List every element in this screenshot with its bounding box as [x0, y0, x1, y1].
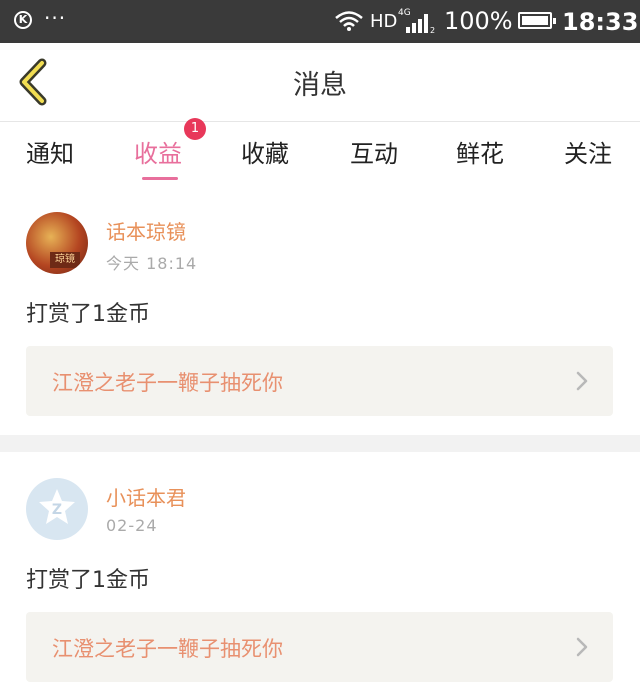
- hd-indicator: HD: [370, 11, 398, 32]
- tab-notifications[interactable]: 通知: [26, 134, 74, 169]
- chevron-right-icon: [576, 371, 588, 391]
- earnings-badge: 1: [184, 118, 206, 140]
- signal-icon: 2: [406, 14, 435, 33]
- app-header: 消息: [0, 43, 640, 121]
- timestamp: 今天 18:14: [106, 254, 198, 273]
- avatar[interactable]: 琼镜: [26, 212, 88, 274]
- reward-message: 打赏了1金币: [26, 302, 150, 327]
- status-bar: K ··· HD 4G 2 100% 18:33: [0, 0, 640, 43]
- username[interactable]: 小话本君: [106, 482, 186, 511]
- battery-percent: 100%: [444, 7, 513, 35]
- reward-message: 打赏了1金币: [26, 568, 150, 593]
- avatar[interactable]: Z: [26, 478, 88, 540]
- tab-bar: 通知 收益 1 收藏 互动 鲜花 关注: [0, 118, 640, 188]
- chevron-right-icon: [576, 637, 588, 657]
- page-title: 消息: [293, 70, 347, 101]
- story-title: 江澄之老子一鞭子抽死你: [52, 637, 283, 661]
- clock: 18:33: [562, 8, 639, 36]
- avatar-label: 琼镜: [50, 252, 80, 268]
- svg-text:2: 2: [430, 26, 435, 33]
- tab-flowers[interactable]: 鲜花: [456, 134, 504, 169]
- default-avatar-star-icon: Z: [39, 489, 75, 524]
- list-item: 琼镜 话本琼镜 今天 18:14 打赏了1金币 江澄之老子一鞭子抽死你: [0, 188, 640, 435]
- username[interactable]: 话本琼镜: [106, 216, 186, 245]
- timestamp: 02-24: [106, 516, 158, 535]
- tab-favorites[interactable]: 收藏: [241, 134, 289, 169]
- list-item: Z 小话本君 02-24 打赏了1金币 江澄之老子一鞭子抽死你: [0, 452, 640, 688]
- k-app-icon: K: [14, 11, 32, 29]
- tab-earnings[interactable]: 收益: [134, 134, 182, 169]
- story-link-card[interactable]: 江澄之老子一鞭子抽死你: [26, 612, 613, 682]
- story-link-card[interactable]: 江澄之老子一鞭子抽死你: [26, 346, 613, 416]
- wifi-icon: [335, 11, 363, 31]
- tab-following[interactable]: 关注: [564, 134, 612, 169]
- tab-interactions[interactable]: 互动: [350, 134, 398, 169]
- svg-text:Z: Z: [52, 502, 62, 518]
- story-title: 江澄之老子一鞭子抽死你: [52, 371, 283, 395]
- battery-icon: [518, 12, 556, 29]
- divider: [0, 435, 640, 452]
- active-tab-indicator: [142, 177, 178, 180]
- more-notifications-icon: ···: [44, 6, 67, 30]
